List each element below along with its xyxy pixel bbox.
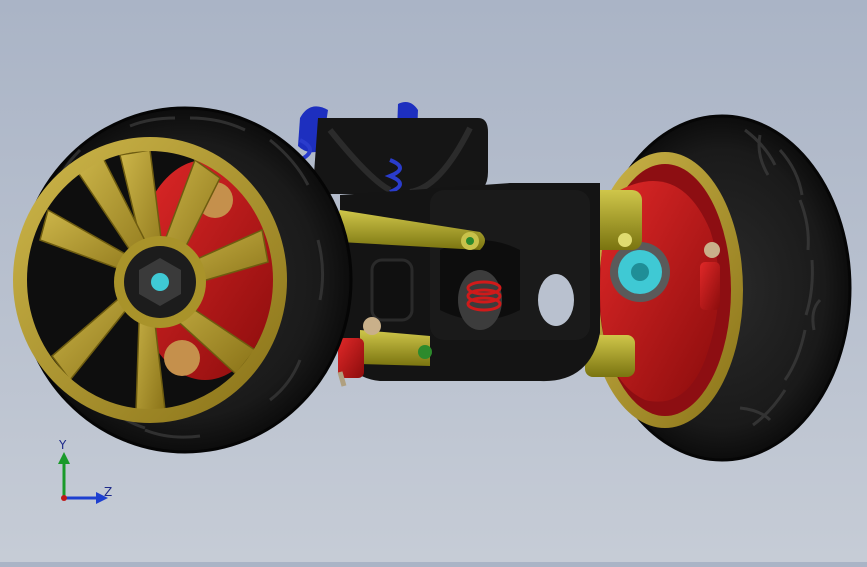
3d-model-view[interactable] — [0, 0, 867, 562]
left-hub-bearing — [151, 273, 169, 291]
graphics-viewport[interactable]: Y Z — [0, 0, 867, 562]
coordinate-triad: Y Z — [48, 438, 128, 510]
left-wheel — [13, 106, 353, 454]
y-axis-label: Y — [59, 438, 67, 452]
origin-point — [61, 495, 67, 501]
right-wheel — [585, 114, 852, 462]
z-axis-label: Z — [104, 485, 113, 499]
